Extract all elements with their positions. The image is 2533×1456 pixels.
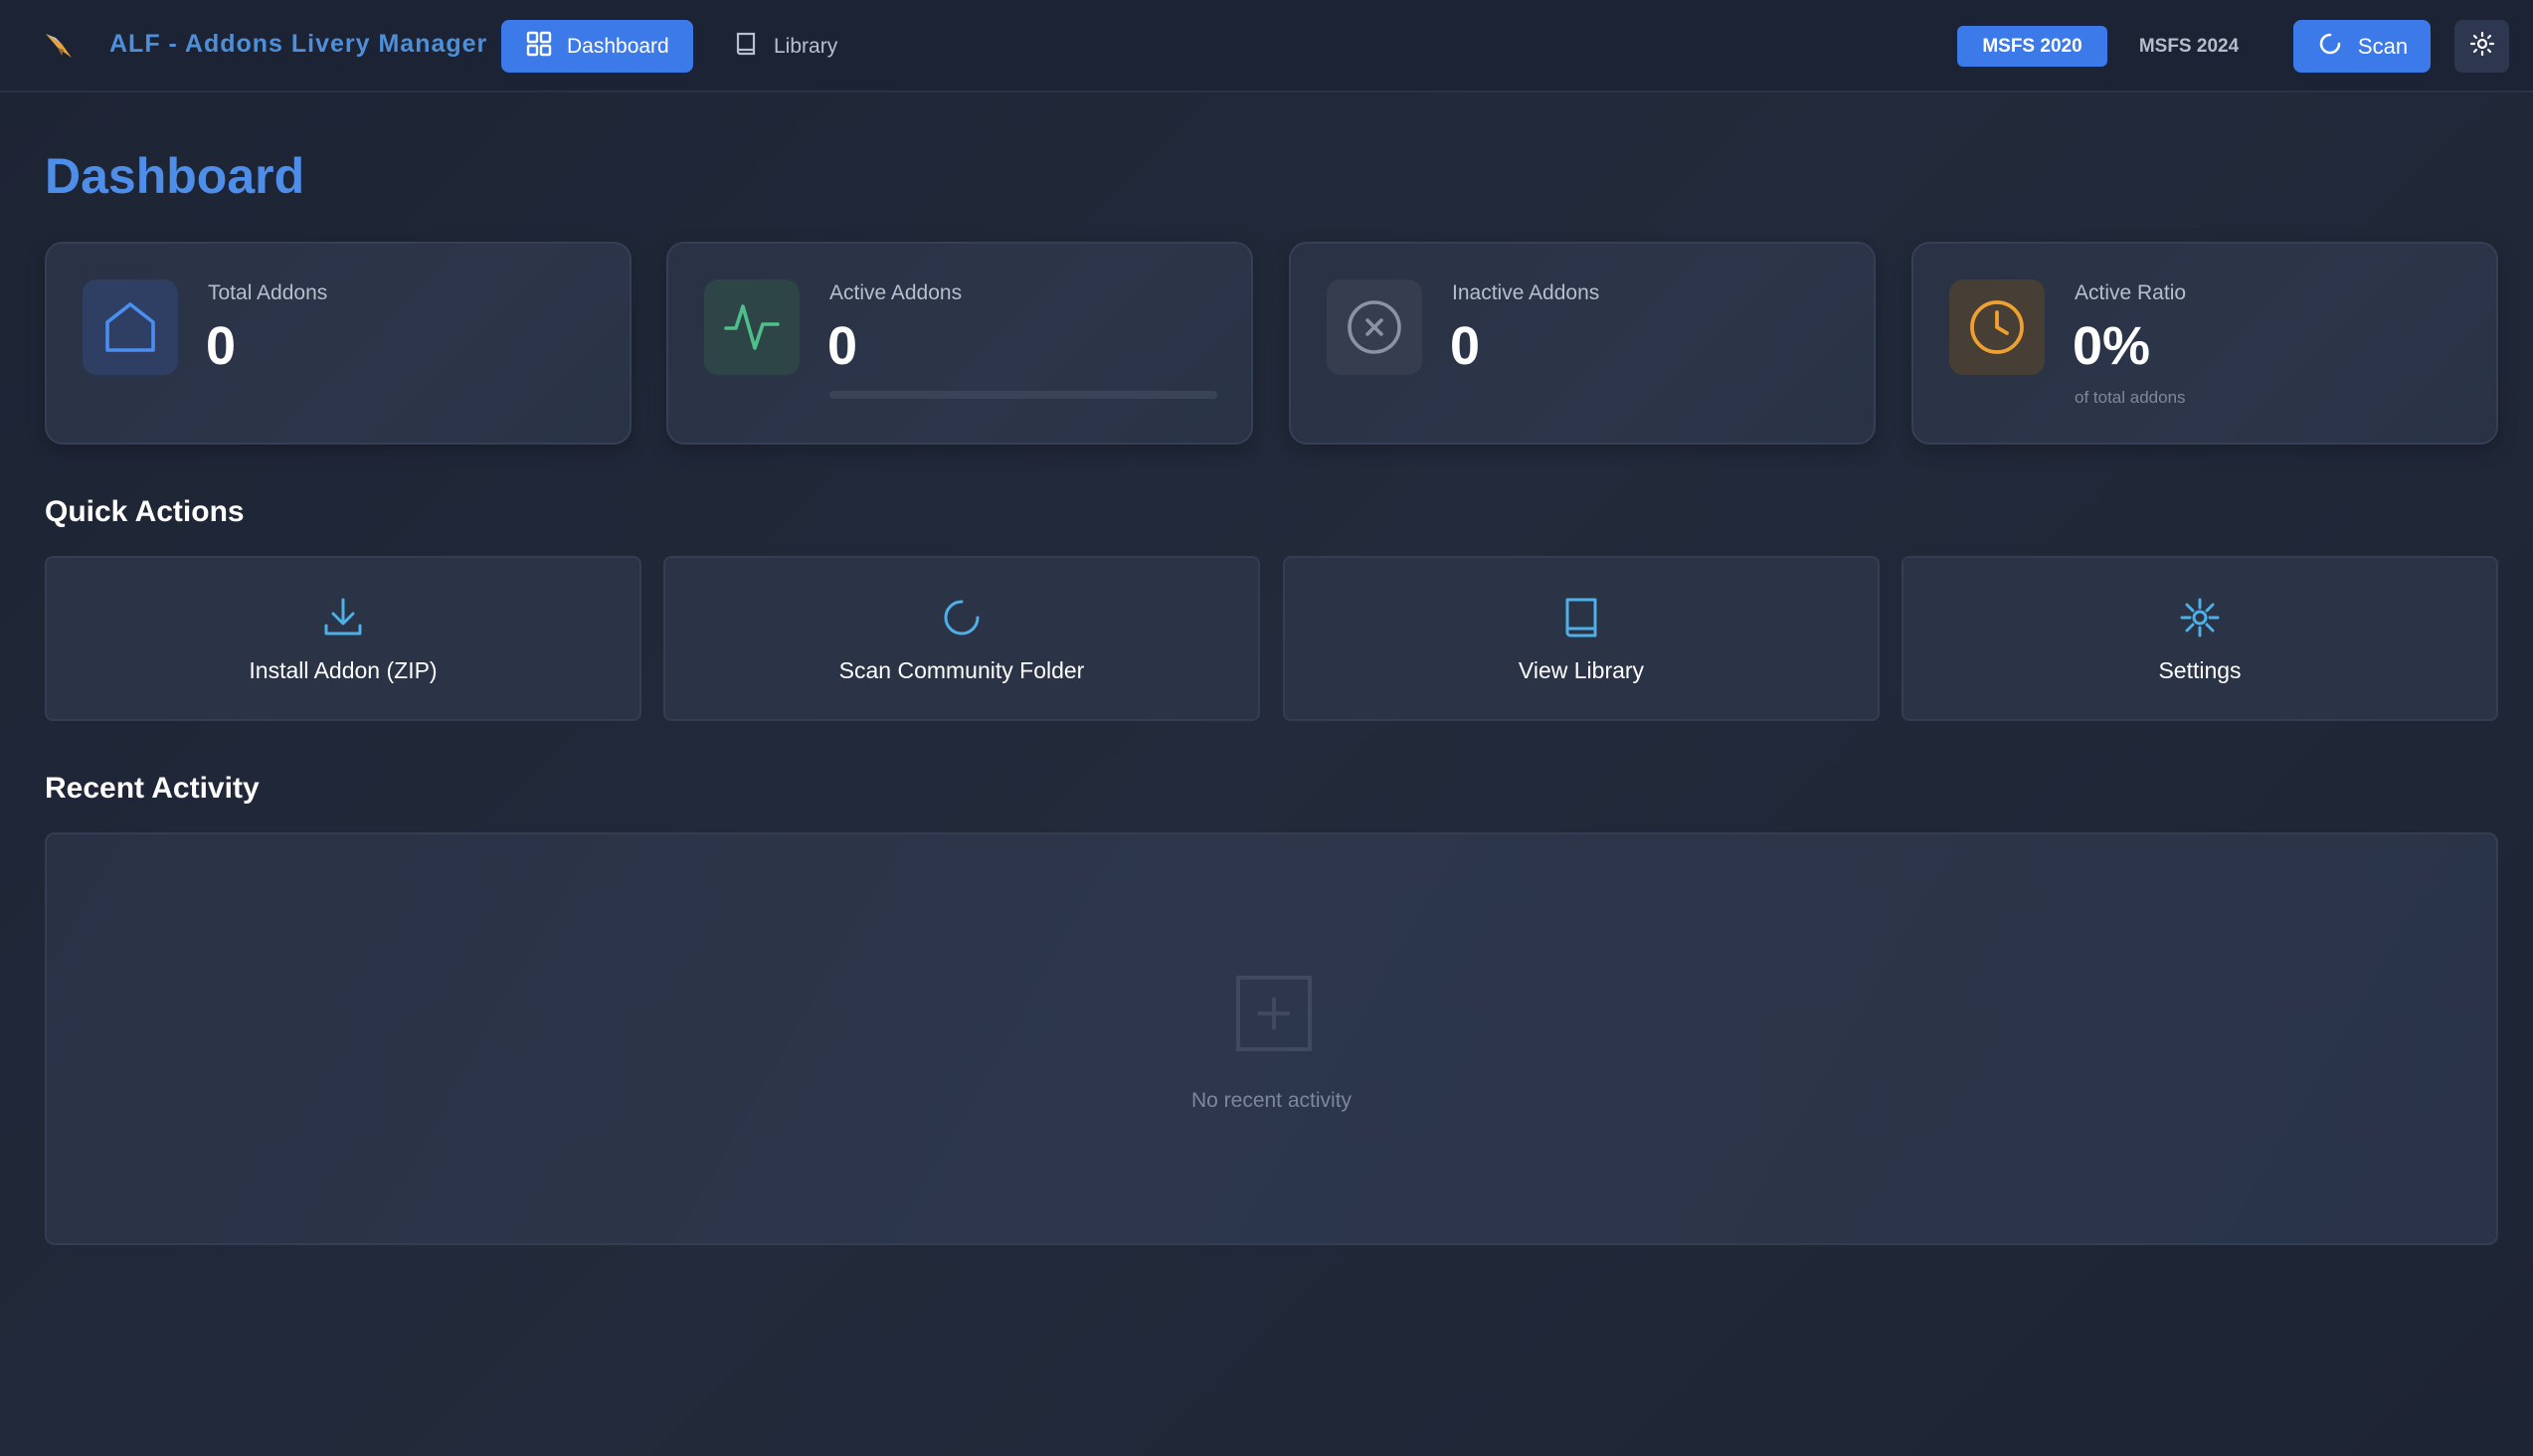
recent-activity-heading: Recent Activity <box>45 772 260 805</box>
top-navigation-bar: ALF - Addons Livery Manager Dashboard Li… <box>0 0 2533 92</box>
stat-sub-active-ratio: of total addons <box>2075 388 2186 407</box>
app-logo-icon <box>42 28 78 64</box>
msfs-2020-button[interactable]: MSFS 2020 <box>1957 26 2107 67</box>
theme-toggle-button[interactable] <box>2454 20 2509 73</box>
download-icon <box>324 598 362 636</box>
view-library-label: View Library <box>1518 657 1645 683</box>
stat-value-total-addons: 0 <box>206 316 237 376</box>
scan-label: Scan <box>2357 33 2409 59</box>
stat-card-active-addons: Active Addons 0 <box>666 242 1253 445</box>
book-icon <box>732 30 760 64</box>
view-library-button[interactable]: View Library <box>1283 556 1880 721</box>
activity-icon <box>704 279 800 375</box>
page-title: Dashboard <box>45 148 305 204</box>
x-circle-icon <box>1327 279 1422 375</box>
scan-community-folder-button[interactable]: Scan Community Folder <box>663 556 1260 721</box>
book-icon <box>1565 598 1597 637</box>
stat-label-active-ratio: Active Ratio <box>2075 281 2187 304</box>
app-title: ALF - Addons Livery Manager <box>109 30 488 58</box>
clock-icon <box>1949 279 2045 375</box>
stat-label-inactive-addons: Inactive Addons <box>1452 281 1600 304</box>
stat-label-active-addons: Active Addons <box>829 281 963 304</box>
recent-activity-empty-text: No recent activity <box>1190 1089 1353 1112</box>
refresh-icon <box>944 600 980 636</box>
settings-button[interactable]: Settings <box>1901 556 2498 721</box>
scan-community-folder-label: Scan Community Folder <box>838 657 1085 683</box>
install-addon-zip-label: Install Addon (ZIP) <box>249 657 438 683</box>
sun-icon <box>2469 31 2495 62</box>
refresh-icon <box>2316 30 2344 64</box>
settings-icon <box>2180 598 2220 637</box>
stat-card-inactive-addons: Inactive Addons 0 <box>1289 242 1876 445</box>
settings-label: Settings <box>2158 657 2242 683</box>
active-addons-progress-bar <box>829 391 1217 399</box>
scan-button[interactable]: Scan <box>2293 20 2431 73</box>
stat-card-total-addons: Total Addons 0 <box>45 242 632 445</box>
nav-library-button[interactable]: Library <box>708 20 857 73</box>
stat-card-active-ratio: Active Ratio 0% of total addons <box>1911 242 2498 445</box>
nav-dashboard-button[interactable]: Dashboard <box>501 20 693 73</box>
recent-activity-panel: No recent activity <box>45 832 2498 1245</box>
nav-library-label: Library <box>774 34 838 58</box>
plus-square-icon <box>1234 974 1314 1053</box>
nav-dashboard-label: Dashboard <box>567 34 669 58</box>
stat-value-active-addons: 0 <box>827 316 858 376</box>
stat-value-inactive-addons: 0 <box>1450 316 1481 376</box>
quick-actions-heading: Quick Actions <box>45 495 245 528</box>
install-addon-zip-button[interactable]: Install Addon (ZIP) <box>45 556 641 721</box>
stat-value-active-ratio: 0% <box>2073 316 2151 376</box>
grid-icon <box>525 30 553 64</box>
msfs-2024-button[interactable]: MSFS 2024 <box>2122 26 2256 67</box>
stat-label-total-addons: Total Addons <box>208 281 328 304</box>
home-icon <box>83 279 178 375</box>
